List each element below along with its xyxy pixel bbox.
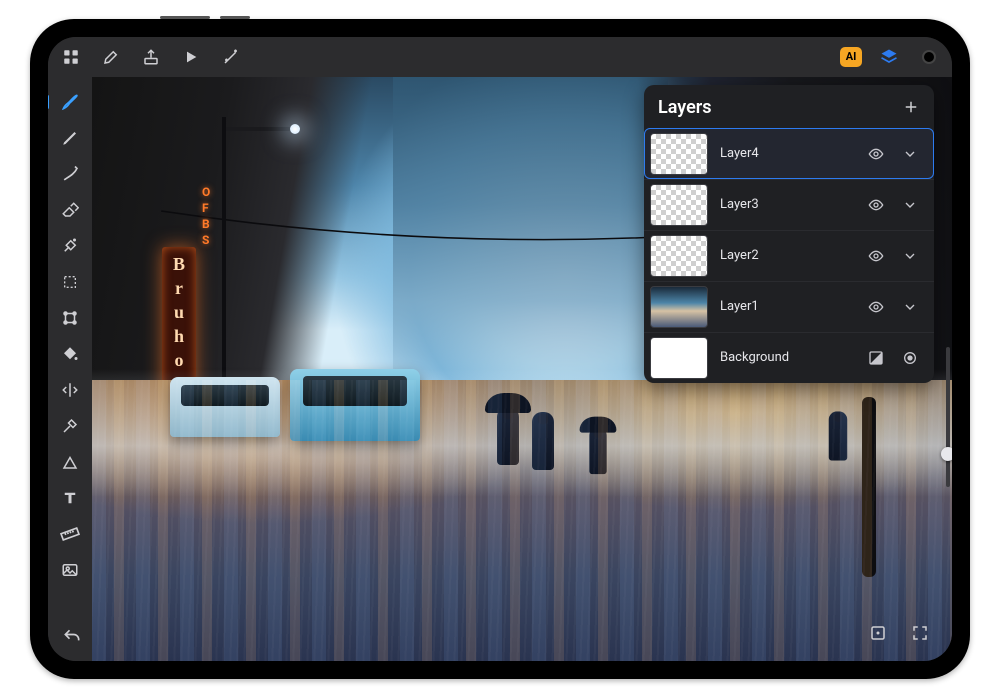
tablet-frame: AI	[30, 19, 970, 679]
undo-button[interactable]	[58, 623, 86, 651]
layer-thumbnail	[650, 337, 708, 379]
magic-wand-button[interactable]	[218, 44, 244, 70]
layer-row[interactable]: Background	[644, 332, 934, 383]
record-indicator[interactable]	[916, 44, 942, 70]
selection-tool[interactable]	[52, 265, 88, 299]
layer-thumbnail	[650, 235, 708, 277]
eraser-tool[interactable]	[52, 193, 88, 227]
layer-row[interactable]: Layer2	[644, 230, 934, 281]
layers-panel: Layers Layer4 Layer3	[644, 85, 934, 383]
visibility-toggle[interactable]	[868, 248, 890, 264]
layers-panel-title: Layers	[658, 97, 712, 118]
brush-tool[interactable]	[52, 85, 88, 119]
work-area: OFBS BruhouZ Layers	[48, 77, 952, 661]
layer-name: Background	[720, 350, 856, 365]
brush-size-slider[interactable]	[946, 347, 950, 487]
ai-badge[interactable]: AI	[840, 47, 862, 67]
layer-thumbnail	[650, 286, 708, 328]
left-toolbar	[48, 77, 92, 661]
pencil-tool[interactable]	[52, 121, 88, 155]
paint-roller-tool[interactable]	[52, 157, 88, 191]
layer-name: Layer4	[720, 146, 856, 161]
fit-screen-button[interactable]	[864, 619, 892, 647]
text-tool[interactable]	[52, 481, 88, 515]
grid-view-button[interactable]	[58, 44, 84, 70]
layer-thumbnail	[650, 184, 708, 226]
export-button[interactable]	[138, 44, 164, 70]
fill-tool[interactable]	[52, 337, 88, 371]
shape-tool[interactable]	[52, 445, 88, 479]
expand-layer-button[interactable]	[902, 146, 924, 162]
canvas[interactable]: OFBS BruhouZ Layers	[92, 77, 952, 661]
edit-tool-button[interactable]	[98, 44, 124, 70]
layer-name: Layer1	[720, 299, 856, 314]
mirror-tool[interactable]	[52, 373, 88, 407]
top-toolbar: AI	[48, 37, 952, 77]
play-button[interactable]	[178, 44, 204, 70]
transform-tool[interactable]	[52, 301, 88, 335]
expand-layer-button[interactable]	[902, 248, 924, 264]
app-screen: AI	[48, 37, 952, 661]
background-contrast-icon[interactable]	[868, 350, 890, 366]
eyedropper-tool[interactable]	[52, 409, 88, 443]
background-lock-icon[interactable]	[902, 350, 924, 366]
layers-stack-icon[interactable]	[876, 44, 902, 70]
expand-layer-button[interactable]	[902, 197, 924, 213]
visibility-toggle[interactable]	[868, 197, 890, 213]
expand-layer-button[interactable]	[902, 299, 924, 315]
layer-row[interactable]: Layer4	[644, 128, 934, 179]
layer-row[interactable]: Layer1	[644, 281, 934, 332]
visibility-toggle[interactable]	[868, 146, 890, 162]
smudge-tool[interactable]	[52, 229, 88, 263]
visibility-toggle[interactable]	[868, 299, 890, 315]
fullscreen-button[interactable]	[906, 619, 934, 647]
neon-sign-small: OFBS	[202, 185, 211, 247]
reference-image-tool[interactable]	[52, 553, 88, 587]
layer-name: Layer3	[720, 197, 856, 212]
add-layer-button[interactable]	[902, 98, 920, 116]
ruler-tool[interactable]	[52, 517, 88, 551]
layer-name: Layer2	[720, 248, 856, 263]
layer-row[interactable]: Layer3	[644, 179, 934, 230]
layer-thumbnail	[650, 133, 708, 175]
